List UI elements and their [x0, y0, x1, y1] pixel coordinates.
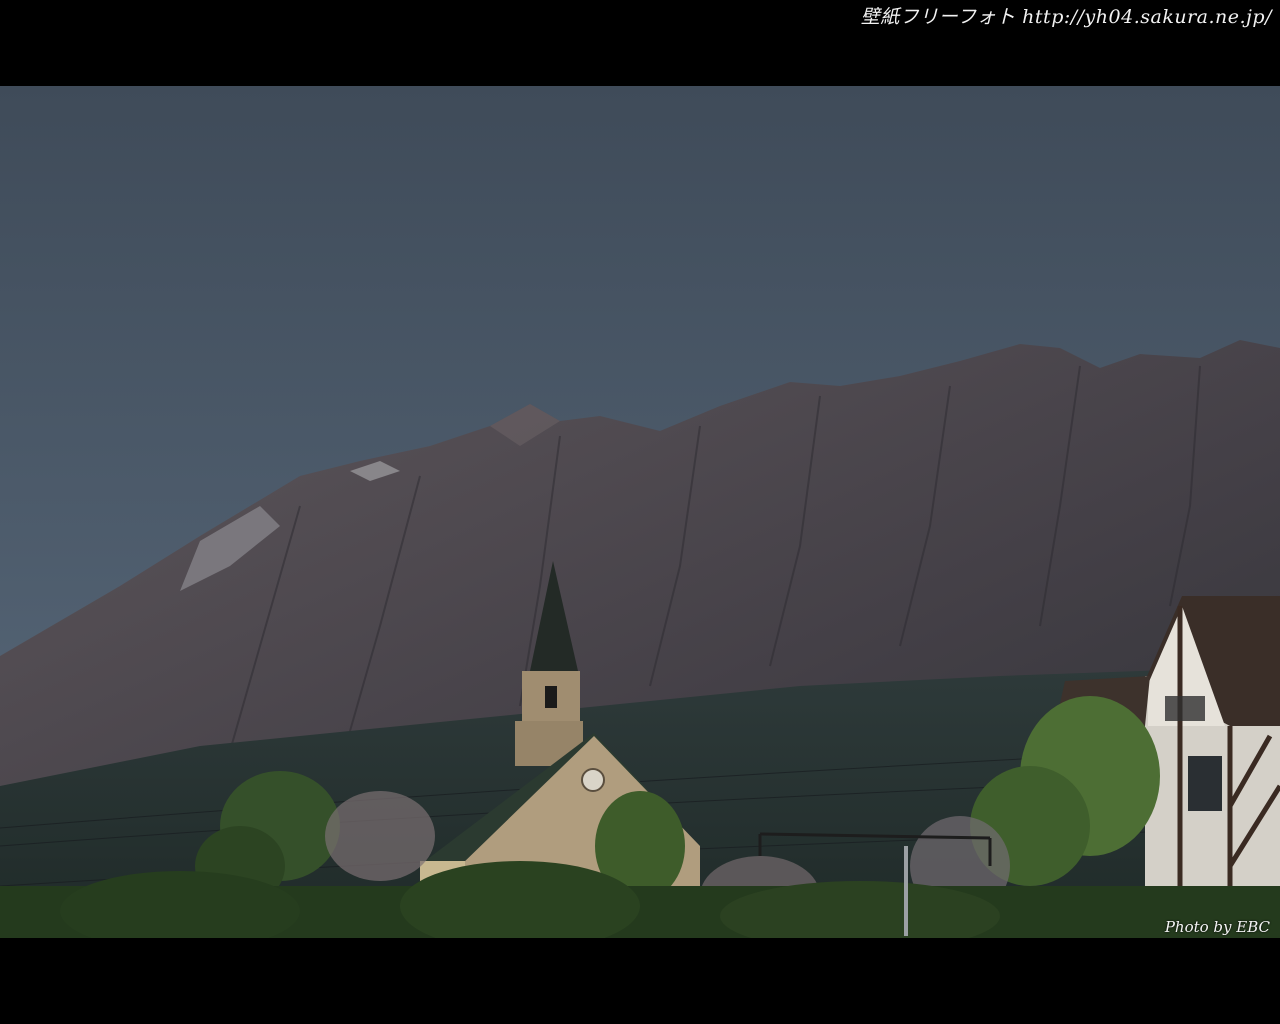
photo-credit: Photo by EBC — [1164, 918, 1270, 936]
site-watermark: 壁紙フリーフォト http://yh04.sakura.ne.jp/ — [860, 6, 1272, 28]
photo-scene — [0, 86, 1280, 938]
house-balcony — [1165, 696, 1205, 721]
letterbox-top: 壁紙フリーフォト http://yh04.sakura.ne.jp/ — [0, 0, 1280, 86]
letterbox-bottom — [0, 938, 1280, 1024]
rose-window — [581, 768, 605, 792]
lamp-post — [904, 846, 908, 936]
photograph: Photo by EBC — [0, 86, 1280, 938]
house-window — [1188, 756, 1222, 811]
tower-window — [545, 686, 557, 708]
